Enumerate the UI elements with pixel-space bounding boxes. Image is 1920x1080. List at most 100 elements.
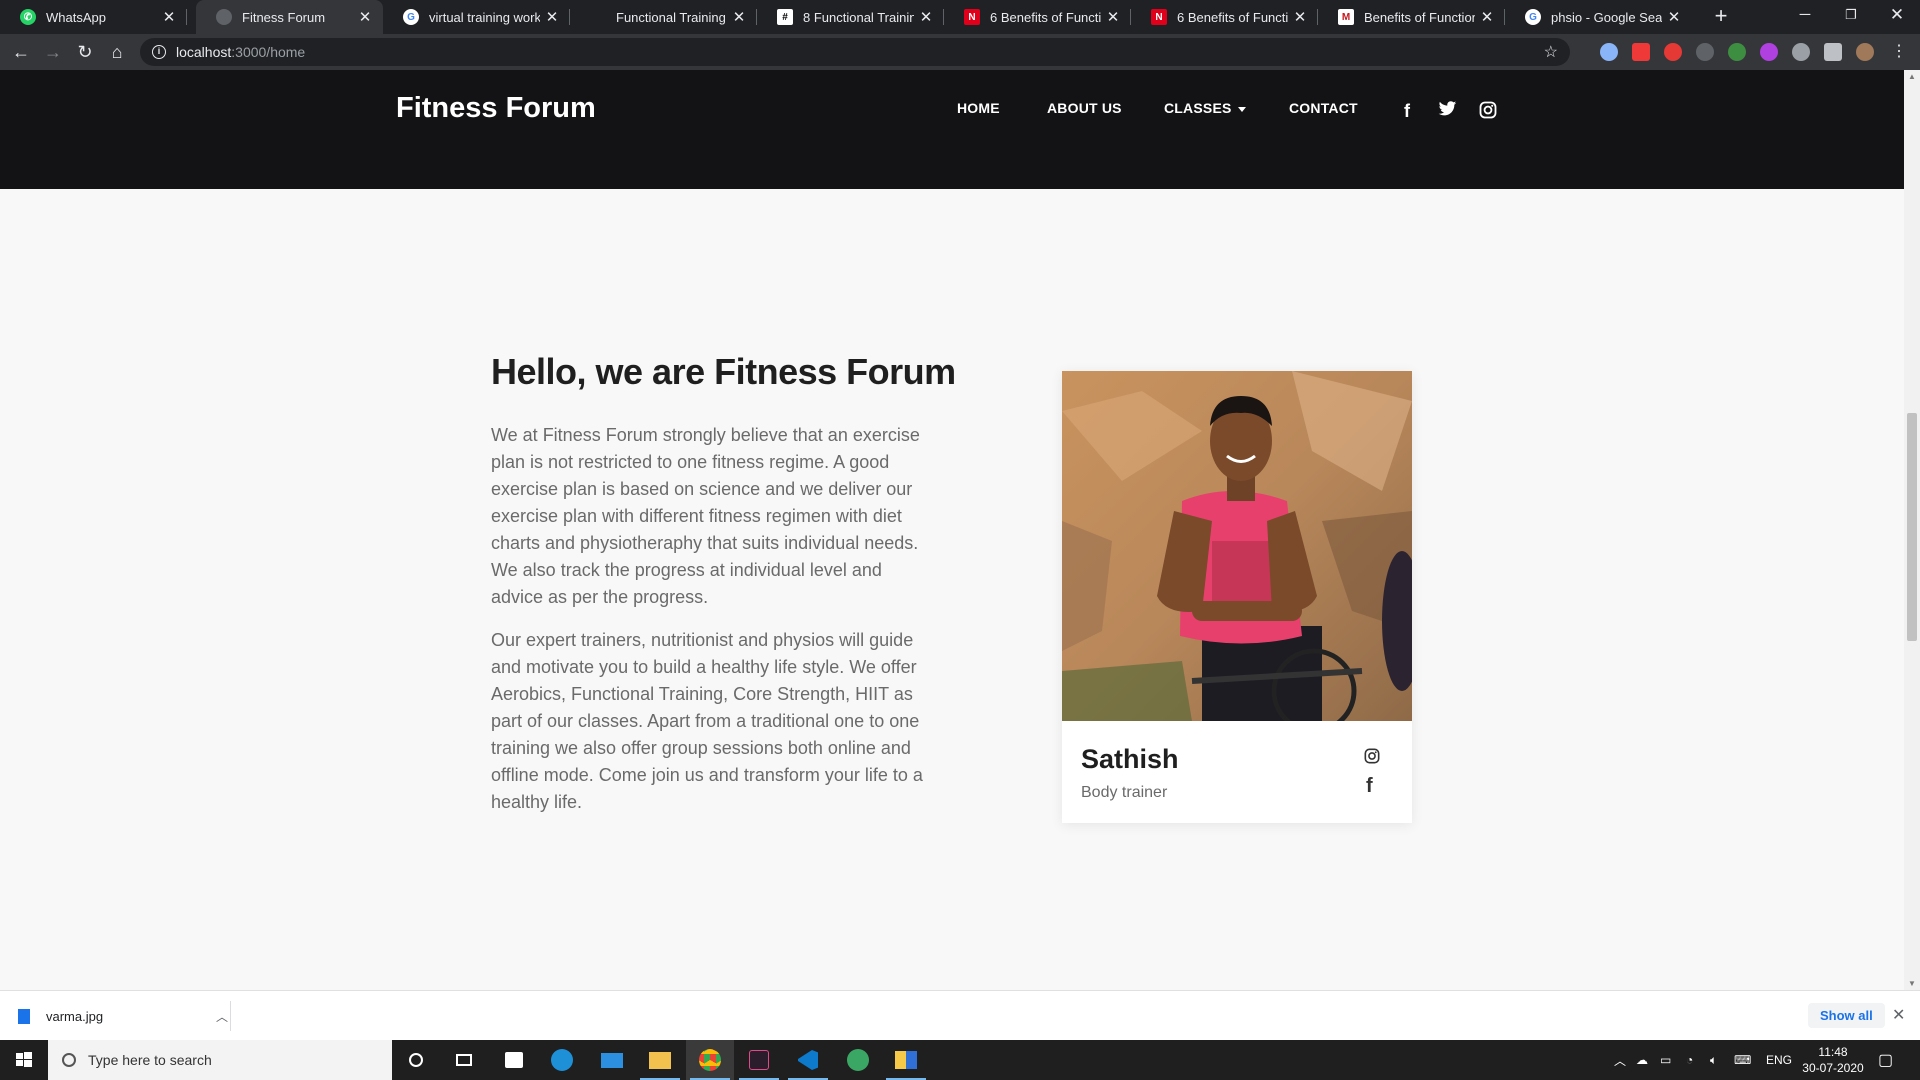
download-filename: varma.jpg <box>46 1008 104 1024</box>
site-navbar: Fitness Forum HOME ABOUT US CLASSES CONT… <box>0 70 1904 189</box>
clock-time: 11:48 <box>1818 1045 1848 1059</box>
close-tab-icon[interactable]: ✕ <box>914 8 938 26</box>
site-info-icon[interactable]: i <box>152 45 166 59</box>
windows-taskbar: Type here to search ︿ ☁ ▭ ◔ 🔈︎ ⌨ ENG 11:… <box>0 1040 1920 1080</box>
notification-icon[interactable]: ▢ <box>1878 1040 1893 1080</box>
google-icon: G <box>403 9 419 25</box>
close-tab-icon[interactable]: ✕ <box>727 8 751 26</box>
tab-title: 8 Functional Training Be <box>803 9 914 25</box>
mail-icon[interactable] <box>588 1040 636 1080</box>
tab-benefits-functional[interactable]: M Benefits of Functional T ✕ <box>1318 0 1505 34</box>
forward-button[interactable]: → <box>40 39 66 65</box>
nav-contact[interactable]: CONTACT <box>1289 100 1358 116</box>
n-icon: N <box>1151 9 1167 25</box>
edge-icon[interactable] <box>538 1040 586 1080</box>
instagram-icon[interactable] <box>1364 748 1380 769</box>
browser-menu-icon[interactable]: ⋮ <box>1886 39 1912 65</box>
minimize-button[interactable]: ─ <box>1782 0 1828 34</box>
vscode-icon[interactable] <box>784 1040 832 1080</box>
extension-gear-icon[interactable] <box>1792 43 1810 61</box>
system-clock[interactable]: 11:48 30-07-2020 <box>1788 1044 1878 1076</box>
nav-home[interactable]: HOME <box>957 100 1000 116</box>
restore-button[interactable]: ❐ <box>1828 0 1874 34</box>
tab-6-benefits-1[interactable]: N 6 Benefits of Functiona ✕ <box>944 0 1131 34</box>
scrollbar-thumb[interactable] <box>1907 413 1917 641</box>
clock-date: 30-07-2020 <box>1802 1061 1864 1075</box>
instagram-icon[interactable] <box>1479 101 1497 124</box>
wifi-icon[interactable]: ◔ <box>1686 1040 1693 1080</box>
taskbar-search[interactable]: Type here to search <box>48 1040 392 1080</box>
extension-pocket-icon[interactable] <box>1632 43 1650 61</box>
page-scrollbar[interactable]: ▲ ▼ <box>1904 70 1920 990</box>
trainer-name: Sathish <box>1081 744 1179 774</box>
close-tab-icon[interactable]: ✕ <box>1662 8 1686 26</box>
close-tab-icon[interactable]: ✕ <box>1288 8 1312 26</box>
task-view-icon[interactable] <box>440 1040 488 1080</box>
extension-red-icon[interactable] <box>1664 43 1682 61</box>
tab-title: phsio - Google Search <box>1551 9 1662 25</box>
home-button[interactable]: ⌂ <box>104 39 130 65</box>
close-tab-icon[interactable]: ✕ <box>540 8 564 26</box>
file-explorer-icon[interactable] <box>636 1040 684 1080</box>
tray-chevron-icon[interactable]: ︿ <box>1614 1040 1626 1080</box>
chrome-icon[interactable] <box>686 1040 734 1080</box>
about-section: Hello, we are Fitness Forum We at Fitnes… <box>0 189 1904 990</box>
tab-6-benefits-2[interactable]: N 6 Benefits of Functiona ✕ <box>1131 0 1318 34</box>
sticky-app-icon[interactable] <box>882 1040 930 1080</box>
trainer-card: Sathish Body trainer f <box>1062 371 1412 823</box>
chevron-up-icon[interactable]: ︿ <box>216 1008 228 1025</box>
extension-tree-icon[interactable] <box>1728 43 1746 61</box>
twitter-icon[interactable] <box>1438 101 1457 122</box>
bookmark-star-icon[interactable]: ☆ <box>1544 42 1558 62</box>
terminal-icon[interactable] <box>735 1040 783 1080</box>
search-icon <box>62 1053 76 1067</box>
extension-purple-icon[interactable] <box>1760 43 1778 61</box>
close-tab-icon[interactable]: ✕ <box>1101 8 1125 26</box>
tab-phsio-search[interactable]: G phsio - Google Search ✕ <box>1505 0 1692 34</box>
extensions-puzzle-icon[interactable] <box>1824 43 1842 61</box>
hashtag-icon: # <box>777 9 793 25</box>
google-icon: G <box>1525 9 1541 25</box>
tab-whatsapp[interactable]: ✆ WhatsApp ✕ <box>0 0 187 34</box>
tab-title: Benefits of Functional T <box>1364 9 1475 25</box>
url-text: localhost:3000/home <box>176 44 306 60</box>
tab-8-functional[interactable]: # 8 Functional Training Be ✕ <box>757 0 944 34</box>
address-bar[interactable]: i localhost:3000/home ☆ <box>140 38 1570 66</box>
battery-icon[interactable]: ▭ <box>1660 1040 1671 1080</box>
whatsapp-icon: ✆ <box>20 9 36 25</box>
windows-start-button[interactable] <box>0 1040 48 1080</box>
browser-tab-strip: ✆ WhatsApp ✕ Fitness Forum ✕ G virtual t… <box>0 0 1920 34</box>
tab-functional-training[interactable]: Functional Training: A D ✕ <box>570 0 757 34</box>
close-tab-icon[interactable]: ✕ <box>353 8 377 26</box>
n-icon: N <box>964 9 980 25</box>
onedrive-icon[interactable]: ☁ <box>1636 1040 1648 1080</box>
close-shelf-icon[interactable]: ✕ <box>1892 1005 1905 1025</box>
facebook-icon[interactable]: f <box>1404 101 1410 122</box>
tab-virtual-training[interactable]: G virtual training workout ✕ <box>383 0 570 34</box>
keyboard-icon[interactable]: ⌨ <box>1734 1040 1751 1080</box>
close-window-button[interactable]: ✕ <box>1874 0 1920 34</box>
close-tab-icon[interactable]: ✕ <box>1475 8 1499 26</box>
site-brand[interactable]: Fitness Forum <box>396 92 596 125</box>
scroll-up-icon[interactable]: ▲ <box>1908 72 1916 81</box>
about-title: Hello, we are Fitness Forum <box>491 351 956 392</box>
store-icon[interactable] <box>490 1040 538 1080</box>
close-tab-icon[interactable]: ✕ <box>157 8 181 26</box>
extension-cloud-icon[interactable] <box>1600 43 1618 61</box>
volume-icon[interactable]: 🔈︎ <box>1710 1040 1717 1080</box>
download-item[interactable]: varma.jpg ︿ <box>18 1002 228 1030</box>
globe-app-icon[interactable] <box>834 1040 882 1080</box>
caret-down-icon <box>1237 106 1246 112</box>
reload-button[interactable]: ↻ <box>72 39 98 65</box>
extension-grey-icon[interactable] <box>1696 43 1714 61</box>
profile-avatar[interactable] <box>1856 43 1874 61</box>
nav-classes-dropdown[interactable]: CLASSES <box>1164 100 1246 116</box>
back-button[interactable]: ← <box>8 39 34 65</box>
nav-about-us[interactable]: ABOUT US <box>1047 100 1122 116</box>
tab-fitness-forum[interactable]: Fitness Forum ✕ <box>196 0 383 34</box>
new-tab-button[interactable]: + <box>1708 4 1734 30</box>
scroll-down-icon[interactable]: ▼ <box>1908 979 1916 988</box>
cortana-icon[interactable] <box>392 1040 440 1080</box>
show-all-button[interactable]: Show all <box>1808 1003 1885 1028</box>
facebook-icon[interactable]: f <box>1366 775 1373 798</box>
